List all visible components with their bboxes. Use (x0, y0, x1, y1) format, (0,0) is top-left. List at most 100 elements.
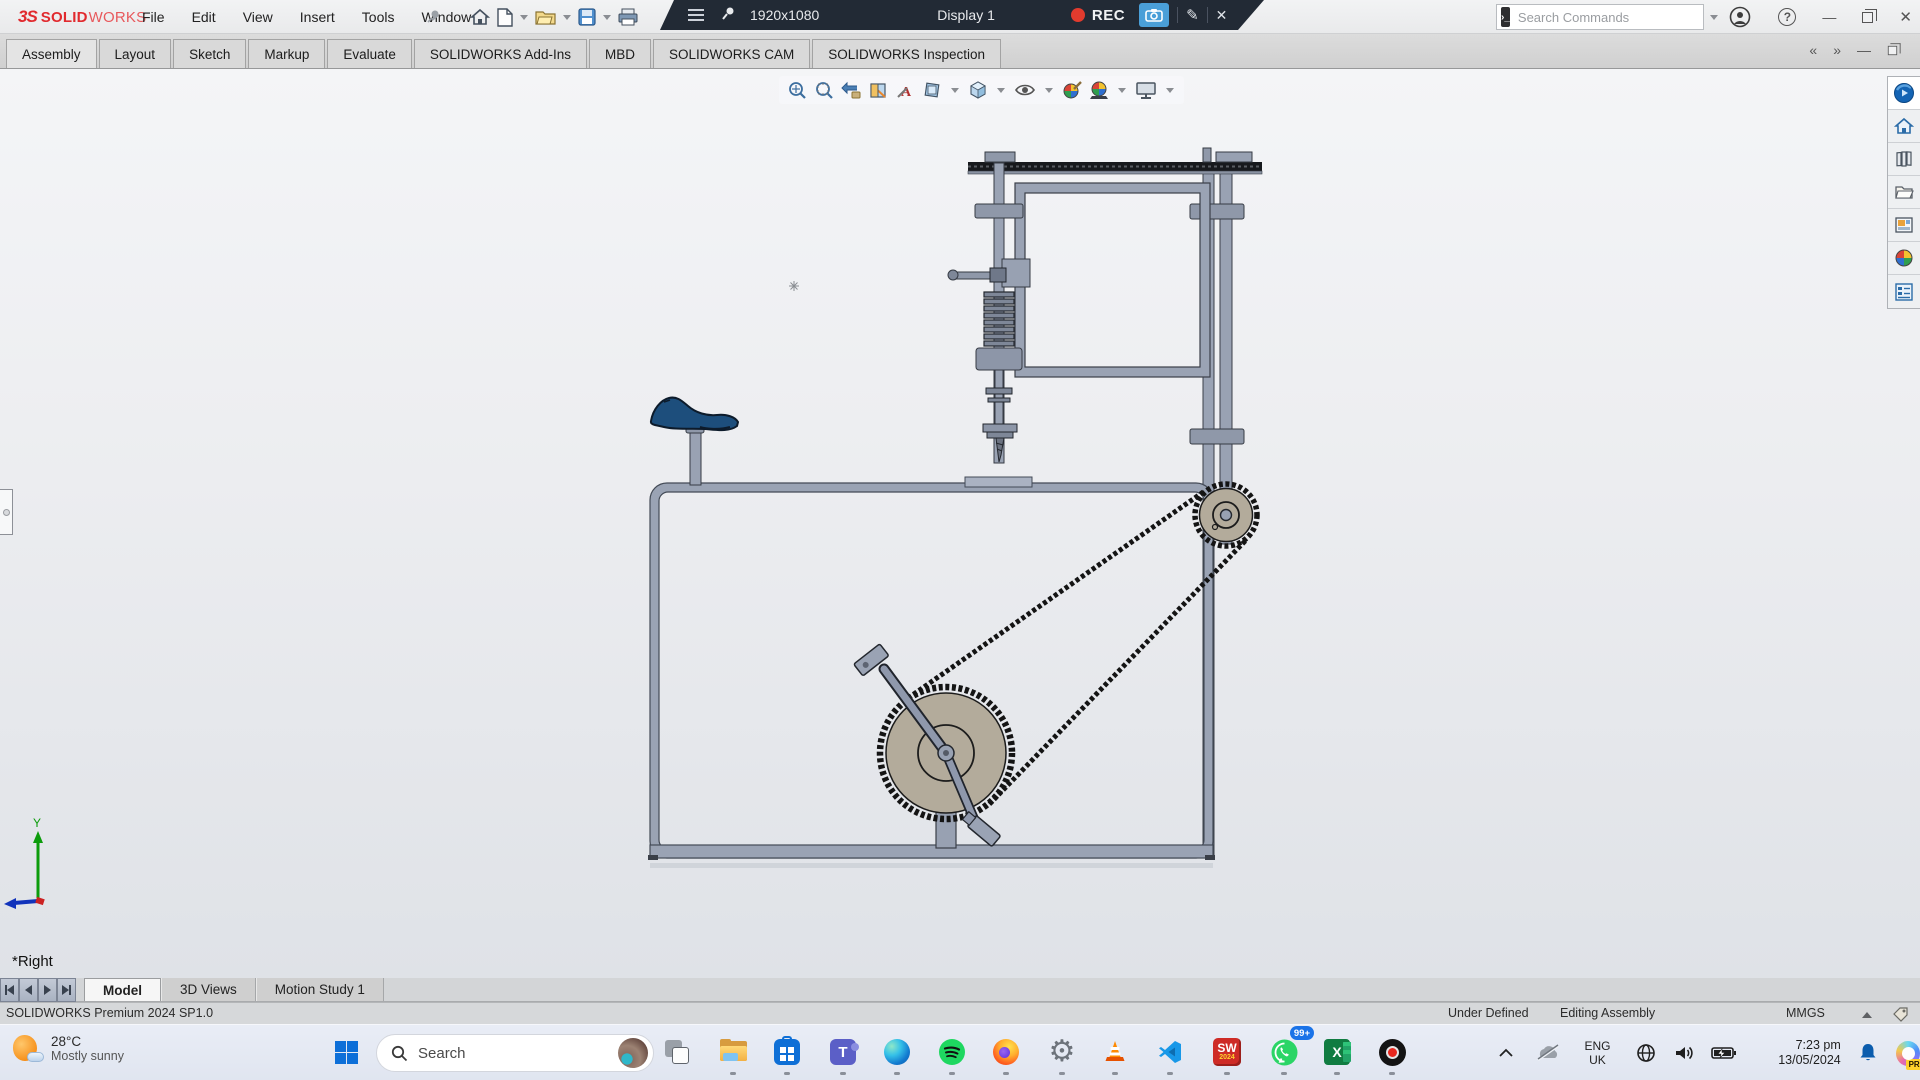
search-commands-input[interactable] (1516, 9, 1696, 26)
language-indicator[interactable]: ENGUK (1584, 1039, 1610, 1067)
apply-scene-icon[interactable] (1089, 80, 1109, 100)
file-explorer-icon[interactable] (1888, 176, 1920, 209)
featuremanager-collapsed-handle[interactable] (0, 489, 13, 535)
recorder-app-button[interactable] (1372, 1032, 1412, 1072)
solidworks-app-button[interactable]: SW2024 (1207, 1032, 1247, 1072)
edge-button[interactable] (877, 1032, 917, 1072)
close-button[interactable]: ✕ (1899, 8, 1912, 26)
spotify-button[interactable] (932, 1032, 972, 1072)
clock[interactable]: 7:23 pm13/05/2024 (1758, 1038, 1841, 1068)
copilot-icon[interactable]: PRE (1896, 1041, 1920, 1066)
apply-scene-dropdown[interactable] (1118, 88, 1126, 93)
open-button[interactable] (533, 4, 558, 30)
vlc-button[interactable] (1095, 1032, 1135, 1072)
saddle-seat[interactable] (651, 398, 738, 485)
zoom-to-fit-icon[interactable] (787, 80, 807, 100)
hide-show-items-icon[interactable] (1014, 80, 1036, 100)
custom-properties-icon[interactable] (1888, 275, 1920, 308)
new-document-button[interactable] (495, 4, 515, 30)
print-button[interactable] (616, 4, 640, 30)
previous-view-icon[interactable] (841, 80, 861, 100)
section-view-icon[interactable] (868, 80, 888, 100)
pedal-lower[interactable] (961, 810, 1001, 846)
help-icon[interactable]: ? (1778, 8, 1796, 26)
hide-show-items-dropdown[interactable] (1045, 88, 1053, 93)
tab-3d-views[interactable]: 3D Views (161, 978, 256, 1001)
view-palette-icon[interactable] (1888, 209, 1920, 242)
weather-widget[interactable]: 28°C Mostly sunny (12, 1033, 124, 1063)
tab-markup[interactable]: Markup (248, 39, 325, 68)
menu-insert[interactable]: Insert (300, 9, 335, 25)
save-dropdown[interactable] (603, 15, 611, 20)
rear-sprocket[interactable] (1200, 489, 1253, 542)
excel-button[interactable]: X (1317, 1032, 1357, 1072)
battery-charging-icon[interactable] (1711, 1045, 1736, 1061)
edit-appearance-icon[interactable] (1062, 80, 1082, 100)
search-commands-box[interactable]: ›_ (1496, 4, 1704, 30)
screenshot-camera-button[interactable] (1139, 3, 1169, 27)
assembly-model[interactable]: Y (0, 69, 1920, 978)
view-settings-dropdown[interactable] (1166, 88, 1174, 93)
tab-solidworks-inspection[interactable]: SOLIDWORKS Inspection (812, 39, 1001, 68)
firefox-button[interactable] (986, 1032, 1026, 1072)
status-tag-icon[interactable] (1892, 1006, 1910, 1022)
scroll-first-button[interactable] (0, 978, 19, 1002)
onedrive-icon[interactable] (1535, 1044, 1560, 1062)
pin-menu-icon[interactable] (426, 9, 441, 24)
dynamic-annotation-icon[interactable]: A (895, 80, 915, 100)
units-selector[interactable]: MMGS (1786, 1006, 1825, 1020)
recorder-close-icon[interactable]: ✕ (1216, 7, 1228, 24)
menu-tools[interactable]: Tools (362, 9, 395, 25)
settings-button[interactable]: ⚙ (1042, 1032, 1082, 1072)
collapse-left-icon[interactable]: « (1809, 42, 1817, 58)
scroll-last-button[interactable] (57, 978, 76, 1002)
search-highlight-image[interactable] (618, 1038, 648, 1068)
rack-bar[interactable] (968, 148, 1262, 174)
zoom-to-area-icon[interactable] (814, 80, 834, 100)
taskbar-search[interactable]: Search (376, 1034, 654, 1072)
network-globe-icon[interactable] (1636, 1043, 1655, 1063)
home-button[interactable] (468, 4, 492, 30)
minimize-button[interactable]: — (1822, 9, 1836, 25)
graphics-viewport[interactable]: Y A (0, 69, 1920, 978)
whatsapp-button[interactable]: 99+ (1264, 1032, 1304, 1072)
tab-motion-study-1[interactable]: Motion Study 1 (256, 978, 384, 1001)
search-dropdown[interactable] (1710, 15, 1718, 20)
menu-edit[interactable]: Edit (192, 9, 216, 25)
menu-view[interactable]: View (243, 9, 273, 25)
volume-icon[interactable] (1674, 1044, 1695, 1062)
home-tab-icon[interactable] (1888, 110, 1920, 143)
tab-sketch[interactable]: Sketch (173, 39, 246, 68)
view-orientation-icon[interactable] (922, 80, 942, 100)
recorder-pin-icon[interactable] (720, 6, 736, 25)
hidden-icons-chevron[interactable] (1498, 1048, 1513, 1058)
file-explorer-button[interactable] (713, 1032, 753, 1072)
annotate-pencil-icon[interactable]: ✎ (1186, 6, 1199, 24)
tab-layout[interactable]: Layout (99, 39, 172, 68)
document-minimize-icon[interactable]: — (1857, 42, 1871, 58)
scroll-next-button[interactable] (38, 978, 57, 1002)
menu-file[interactable]: File (142, 9, 165, 25)
tab-mbd[interactable]: MBD (589, 39, 651, 68)
square-frame[interactable] (1015, 183, 1210, 377)
tab-model[interactable]: Model (84, 978, 161, 1001)
3dexperience-icon[interactable] (1888, 77, 1920, 110)
display-style-dropdown[interactable] (997, 88, 1005, 93)
tab-solidworks-addins[interactable]: SOLIDWORKS Add-Ins (414, 39, 587, 68)
task-view-button[interactable] (657, 1032, 697, 1072)
teams-button[interactable]: T (823, 1032, 863, 1072)
restore-button[interactable] (1862, 12, 1873, 23)
tab-solidworks-cam[interactable]: SOLIDWORKS CAM (653, 39, 810, 68)
vscode-button[interactable] (1150, 1032, 1190, 1072)
view-settings-icon[interactable] (1135, 80, 1157, 100)
design-library-icon[interactable] (1888, 143, 1920, 176)
microsoft-store-button[interactable] (767, 1032, 807, 1072)
units-caret-icon[interactable] (1862, 1012, 1872, 1018)
notification-bell-icon[interactable] (1857, 1042, 1878, 1064)
account-icon[interactable] (1728, 5, 1752, 29)
display-style-icon[interactable] (968, 80, 988, 100)
start-button[interactable] (326, 1032, 366, 1072)
save-button[interactable] (576, 4, 598, 30)
tab-evaluate[interactable]: Evaluate (327, 39, 412, 68)
view-orientation-dropdown[interactable] (951, 88, 959, 93)
